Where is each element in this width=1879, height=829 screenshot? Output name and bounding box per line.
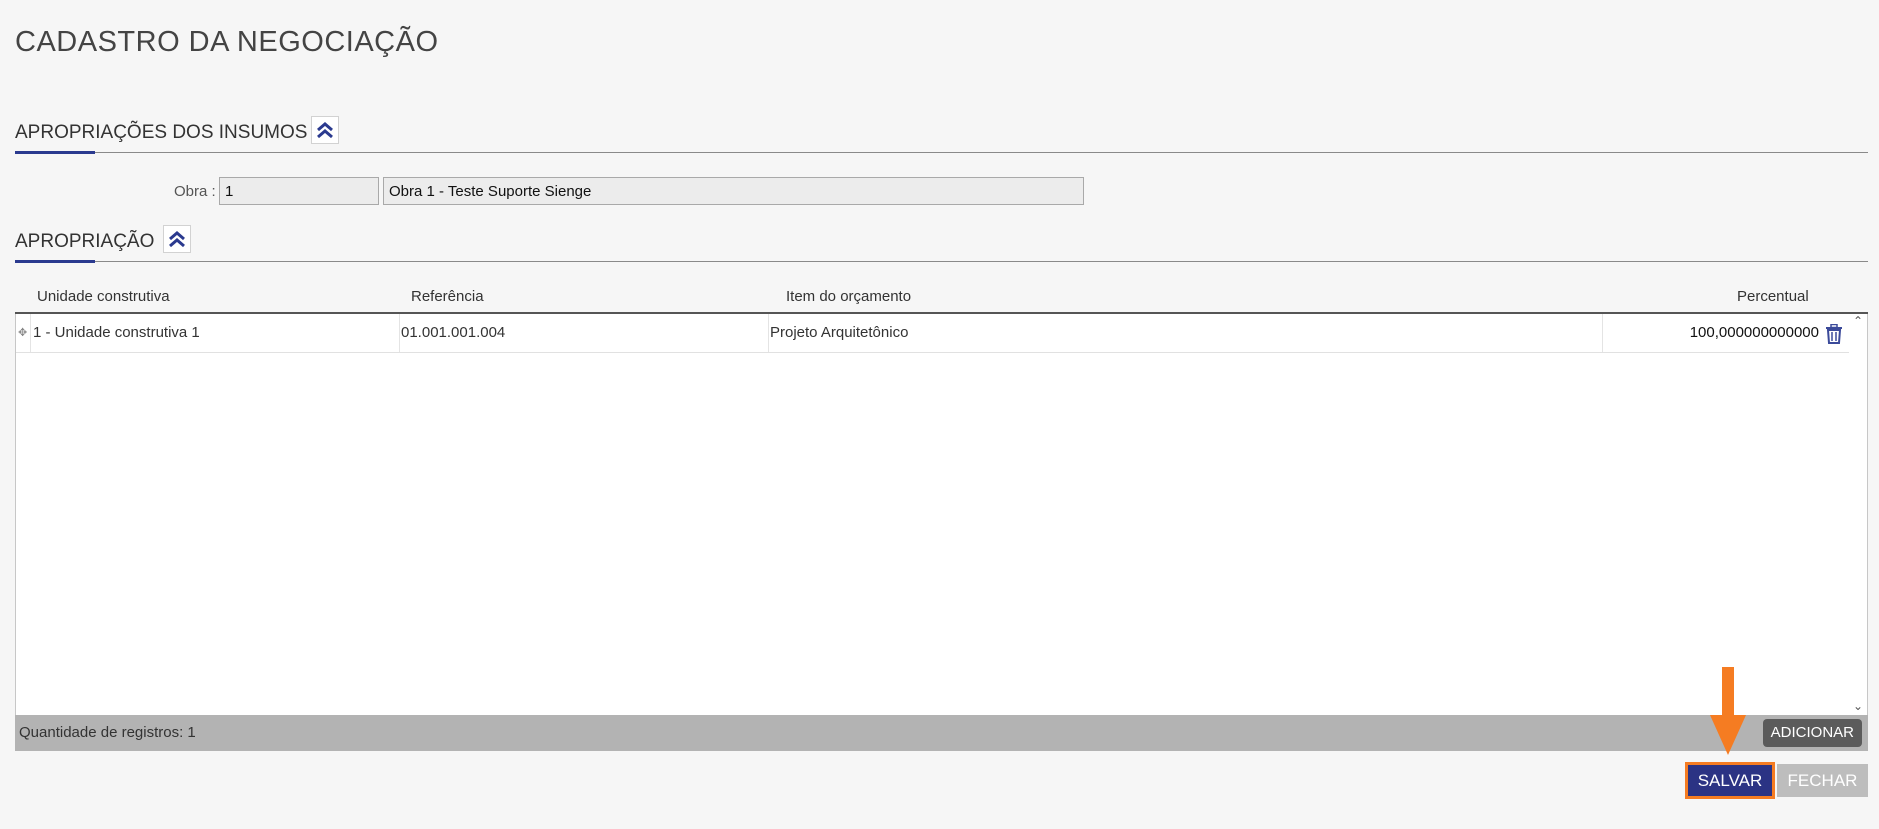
section-insumos-header: APROPRIAÇÕES DOS INSUMOS [15,114,1868,154]
scroll-down-icon[interactable]: ⌄ [1853,699,1863,713]
column-header-unidade[interactable]: Unidade construtiva [37,288,170,305]
obra-label: Obra : [174,183,216,200]
section-insumos-collapse-button[interactable] [311,116,339,144]
section-apropriacao-title: APROPRIAÇÃO [15,231,155,252]
section-apropriacao-header: APROPRIAÇÃO [15,223,1868,263]
grid-scrollbar[interactable]: ⌃ ⌄ [1849,314,1867,715]
double-chevron-up-icon [169,231,185,248]
trash-icon [1826,323,1842,344]
scroll-up-icon[interactable]: ⌃ [1853,314,1863,328]
cell-separator [399,314,400,352]
section-divider [15,152,1868,153]
grid-footer: Quantidade de registros: 1 ADICIONAR [15,715,1868,751]
table-row[interactable]: ✥ 1 - Unidade construtiva 1 01.001.001.0… [16,314,1849,353]
add-button[interactable]: ADICIONAR [1762,719,1862,747]
cell-unidade[interactable]: 1 - Unidade construtiva 1 [33,314,200,352]
save-button[interactable]: SALVAR [1685,762,1775,799]
page-title: CADASTRO DA NEGOCIAÇÃO [15,26,439,58]
section-insumos-title: APROPRIAÇÕES DOS INSUMOS [15,122,308,143]
cell-separator [1602,314,1603,352]
section-apropriacao-collapse-button[interactable] [163,225,191,253]
cell-percentual[interactable]: 100,000000000000 [1690,314,1819,352]
record-count: Quantidade de registros: 1 [19,724,196,741]
section-accent-bar [15,260,95,263]
cell-separator [768,314,769,352]
grid-body: ✥ 1 - Unidade construtiva 1 01.001.001.0… [15,314,1868,715]
cell-separator [30,314,31,352]
column-header-item[interactable]: Item do orçamento [786,288,911,305]
section-accent-bar [15,151,95,154]
cell-referencia[interactable]: 01.001.001.004 [401,314,505,352]
delete-row-button[interactable] [1825,314,1843,352]
column-header-referencia[interactable]: Referência [411,288,484,305]
column-header-percentual[interactable]: Percentual [1737,288,1809,305]
annotation-arrow-icon [1710,667,1746,755]
section-divider [15,261,1868,262]
obra-code-field[interactable]: 1 [219,177,379,205]
move-handle-icon[interactable]: ✥ [18,314,27,352]
cell-item[interactable]: Projeto Arquitetônico [770,314,908,352]
double-chevron-up-icon [317,122,333,139]
close-button[interactable]: FECHAR [1777,764,1868,797]
obra-name-field[interactable]: Obra 1 - Teste Suporte Sienge [383,177,1084,205]
